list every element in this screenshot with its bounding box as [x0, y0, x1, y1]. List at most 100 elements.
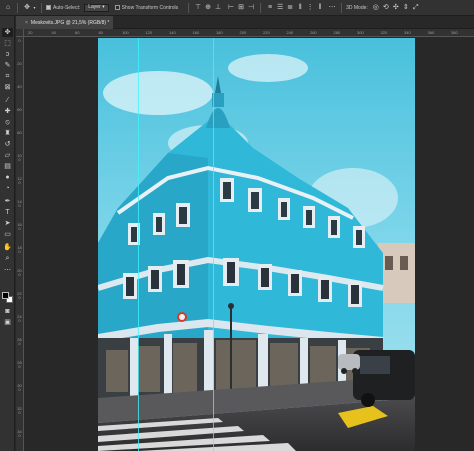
ruler-tick-label: 340 — [17, 429, 22, 438]
ruler-tick-label: 260 — [310, 30, 317, 35]
align-vcenter-icon[interactable]: ⊕ — [203, 3, 213, 13]
ruler-tick-label: 180 — [216, 30, 223, 35]
ruler-tick-label: 280 — [333, 30, 341, 35]
scale-3d-icon[interactable]: ⤢ — [411, 3, 421, 13]
path-select-tool-icon[interactable]: ➤ — [2, 219, 13, 228]
ruler-tick-label: 160 — [17, 222, 22, 231]
distribute-right-icon[interactable]: ‖ — [315, 3, 325, 13]
dodge-tool-icon[interactable]: ◔ — [2, 184, 13, 193]
hand-tool-icon[interactable]: ✋ — [2, 243, 13, 252]
align-right-icon[interactable]: ⊣ — [246, 3, 256, 13]
auto-select-label: Auto-Select: — [53, 4, 81, 11]
pen-tool-icon[interactable]: ✒ — [2, 197, 13, 206]
eraser-tool-icon[interactable]: ▱ — [2, 151, 13, 160]
layer-select-value: Layer — [88, 4, 101, 10]
edit-toolbar-icon[interactable]: ⋯ — [2, 266, 13, 275]
chevron-down-icon: ▾ — [33, 4, 36, 10]
quick-select-tool-icon[interactable]: ✎ — [2, 61, 13, 70]
distribute-left-icon[interactable]: ⫴ — [295, 3, 305, 13]
healing-brush-tool-icon[interactable]: ✚ — [2, 107, 13, 116]
ruler-tick-label: 100 — [17, 153, 22, 162]
photoshop-window: ⌂ ✥ ▾ Auto-Select: Layer ▾ Show Transfor… — [0, 0, 474, 451]
divider — [17, 2, 18, 13]
tools-panel: ✥ ⬚ ↄ ✎ ⌗ ⊠ ⁄ ✚ ⦸ ♜ ↺ ▱ ▤ ● ◔ ✒ T ➤ ▭ ✋ … — [0, 16, 15, 451]
ruler-tick-label: 220 — [17, 291, 22, 300]
move-tool-preset[interactable]: ✥ ▾ — [22, 0, 37, 16]
ruler-tick-label: 80 — [17, 130, 22, 135]
distribute-vcenter-icon[interactable]: ☰ — [275, 3, 285, 13]
align-top-icon[interactable]: ⊤ — [193, 3, 203, 13]
ruler-tick-label: 260 — [17, 337, 22, 346]
ruler-tick-label: 40 — [51, 30, 56, 35]
ruler-tick-label: 240 — [286, 30, 294, 35]
layer-select[interactable]: Layer ▾ — [84, 0, 109, 16]
move-tool-icon[interactable]: ✥ — [2, 28, 13, 37]
divider — [260, 2, 262, 13]
ruler-tick-label: 140 — [169, 30, 176, 35]
zoom-tool-icon[interactable]: ⌕ — [2, 254, 13, 263]
brush-tool-icon[interactable]: ⦸ — [2, 118, 13, 127]
quick-mask-icon[interactable]: ◙ — [2, 307, 13, 316]
foreground-color-swatch[interactable] — [2, 292, 9, 299]
orbit-3d-icon[interactable]: ◎ — [371, 3, 381, 13]
ruler-tick-label: 20 — [17, 61, 22, 66]
distribute-buttons: ≡ ☰ ≣ ⫴ ⋮ ‖ — [265, 3, 325, 13]
ruler-tick-label: 300 — [17, 383, 22, 392]
more-icon: ⋯ — [328, 4, 336, 11]
marquee-tool-icon[interactable]: ⬚ — [2, 39, 13, 48]
document-tab[interactable]: × Meskovits.JPG @ 21,5% (RGB/8) * — [16, 16, 114, 29]
building-photo — [98, 38, 415, 451]
distribute-top-icon[interactable]: ≡ — [265, 3, 275, 13]
document-image[interactable] — [98, 38, 415, 451]
distribute-hcenter-icon[interactable]: ⋮ — [305, 3, 315, 13]
clone-stamp-tool-icon[interactable]: ♜ — [2, 129, 13, 138]
align-buttons: ⊤ ⊕ ⊥ ⊢ ⊞ ⊣ — [193, 3, 256, 13]
home-icon: ⌂ — [5, 4, 11, 11]
ruler-tick-label: 340 — [404, 30, 411, 35]
home-button[interactable]: ⌂ — [3, 0, 13, 16]
distribute-bottom-icon[interactable]: ≣ — [285, 3, 295, 13]
blur-tool-icon[interactable]: ● — [2, 173, 13, 182]
ruler-tick-label: 40 — [17, 84, 22, 89]
vertical-guide[interactable] — [138, 38, 139, 451]
canvas-area[interactable] — [25, 38, 474, 451]
rectangle-tool-icon[interactable]: ▭ — [2, 230, 13, 239]
history-brush-tool-icon[interactable]: ↺ — [2, 140, 13, 149]
show-transform-checkbox[interactable]: Show Transform Controls — [114, 0, 178, 16]
3d-mode-buttons: ◎ ⟲ ✣ ⇕ ⤢ — [371, 3, 421, 13]
vertical-ruler[interactable]: 0 20 40 60 80 100 120 140 160 180 200 220 240 260 280 3… — [16, 37, 24, 451]
ruler-tick-label: 280 — [17, 360, 22, 369]
ruler-tick-label: 200 — [239, 30, 247, 35]
ruler-origin[interactable] — [16, 29, 24, 37]
ruler-tick-label: 240 — [17, 314, 22, 323]
align-bottom-icon[interactable]: ⊥ — [213, 3, 223, 13]
auto-select-check-icon — [46, 5, 51, 10]
ruler-tick-label: 120 — [145, 30, 153, 35]
ruler-tick-label: 200 — [17, 268, 22, 277]
ruler-tick-label: 160 — [192, 30, 200, 35]
chevron-down-icon: ▾ — [102, 4, 105, 10]
3d-mode-label: 3D Mode: — [346, 4, 368, 11]
close-icon[interactable]: × — [25, 20, 28, 26]
pan-3d-icon[interactable]: ✣ — [391, 3, 401, 13]
ruler-tick-label: 320 — [17, 406, 22, 415]
vertical-guide[interactable] — [213, 38, 214, 451]
gradient-tool-icon[interactable]: ▤ — [2, 162, 13, 171]
divider — [188, 2, 190, 13]
lasso-tool-icon[interactable]: ↄ — [2, 50, 13, 59]
ruler-tick-label: 20 — [28, 30, 33, 35]
auto-select-checkbox[interactable]: Auto-Select: — [46, 0, 80, 16]
frame-tool-icon[interactable]: ⊠ — [2, 83, 13, 92]
roll-3d-icon[interactable]: ⟲ — [381, 3, 391, 13]
type-tool-icon[interactable]: T — [2, 208, 13, 217]
ruler-tick-label: 120 — [17, 176, 22, 185]
align-hcenter-icon[interactable]: ⊞ — [236, 3, 246, 13]
slide-3d-icon[interactable]: ⇕ — [401, 3, 411, 13]
screen-mode-icon[interactable]: ▣ — [2, 318, 13, 327]
horizontal-ruler[interactable]: 20 40 60 80 100 120 140 160 180 200 220 240 260 280 30… — [24, 29, 474, 37]
crop-tool-icon[interactable]: ⌗ — [2, 72, 13, 81]
eyedropper-tool-icon[interactable]: ⁄ — [2, 96, 13, 105]
align-left-icon[interactable]: ⊢ — [226, 3, 236, 13]
more-options-button[interactable]: ⋯ — [327, 0, 337, 16]
3d-mode-label-wrap: 3D Mode: — [346, 0, 368, 16]
